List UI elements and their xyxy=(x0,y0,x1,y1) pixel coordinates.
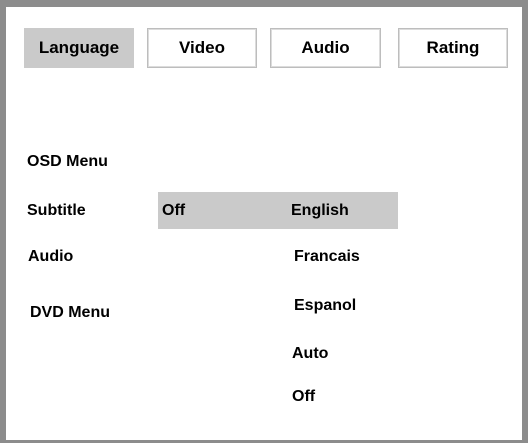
tab-audio[interactable]: Audio xyxy=(270,28,381,68)
menu-item-dvd-menu[interactable]: DVD Menu xyxy=(30,304,110,322)
tab-rating[interactable]: Rating xyxy=(398,28,508,68)
subtitle-option-off[interactable]: Off xyxy=(292,388,315,406)
tab-rating-label: Rating xyxy=(426,38,480,57)
subtitle-option-english[interactable]: English xyxy=(291,202,349,220)
subtitle-option-espanol[interactable]: Espanol xyxy=(294,297,356,315)
menu-item-subtitle[interactable]: Subtitle xyxy=(27,202,86,220)
tab-video-label: Video xyxy=(179,38,225,57)
menu-item-osd-menu[interactable]: OSD Menu xyxy=(27,153,108,171)
tab-video[interactable]: Video xyxy=(147,28,257,68)
subtitle-selection-highlight xyxy=(158,192,398,229)
tab-audio-label: Audio xyxy=(301,38,350,57)
subtitle-option-auto[interactable]: Auto xyxy=(292,345,328,363)
tab-language-label: Language xyxy=(38,38,120,57)
subtitle-option-francais[interactable]: Francais xyxy=(294,248,360,266)
menu-item-audio[interactable]: Audio xyxy=(28,248,73,266)
tab-language[interactable]: Language xyxy=(24,28,134,68)
subtitle-current-value: Off xyxy=(162,202,186,219)
